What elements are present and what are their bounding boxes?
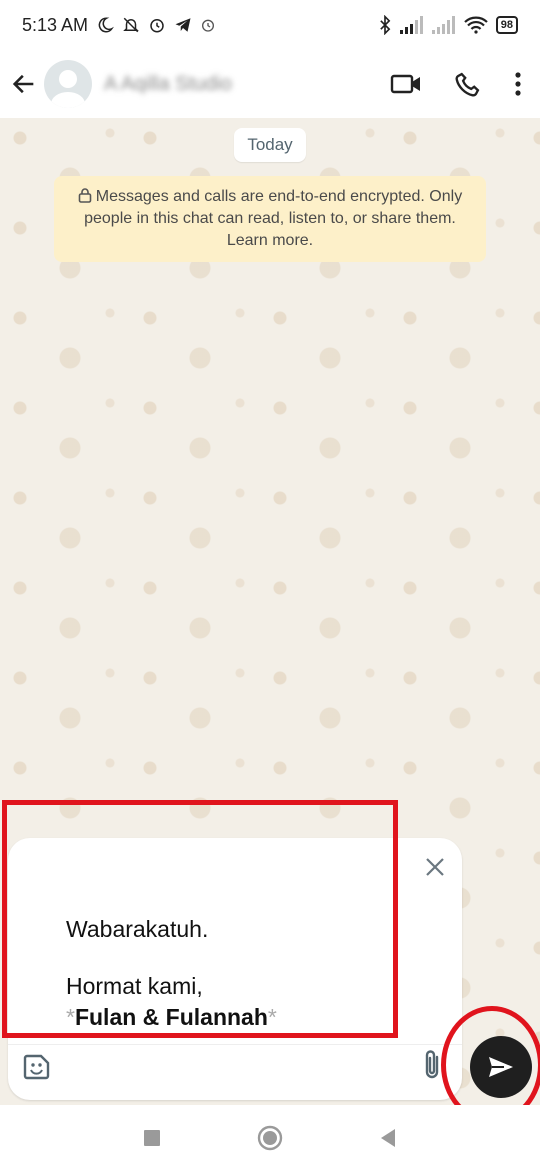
close-icon[interactable] xyxy=(424,856,446,878)
system-nav-bar xyxy=(0,1105,540,1170)
muted-bell-icon xyxy=(123,17,139,33)
recent-apps-icon[interactable] xyxy=(143,1129,161,1147)
avatar[interactable] xyxy=(44,60,92,108)
video-call-icon[interactable] xyxy=(390,72,422,96)
sticker-icon[interactable] xyxy=(22,1052,52,1082)
battery-icon: 98 xyxy=(495,16,518,34)
status-time: 5:13 AM xyxy=(22,14,89,35)
home-icon[interactable] xyxy=(257,1125,283,1151)
alarm-icon xyxy=(202,19,215,32)
status-right: 98 xyxy=(378,15,518,35)
date-chip: Today xyxy=(234,128,306,162)
contact-name[interactable]: A Aqilla Studio xyxy=(104,73,390,96)
header-actions xyxy=(390,70,522,98)
alarm-icon xyxy=(150,19,164,33)
composer-divider xyxy=(8,1044,462,1045)
signal-icon xyxy=(399,16,423,34)
back-nav-icon[interactable] xyxy=(379,1128,397,1148)
phone-icon[interactable] xyxy=(454,70,482,98)
bluetooth-icon xyxy=(379,15,391,35)
lock-icon xyxy=(78,188,92,203)
chat-header: A Aqilla Studio xyxy=(0,50,540,118)
highlight-box-message xyxy=(2,800,398,1038)
more-options-icon[interactable] xyxy=(514,71,522,97)
signal-icon xyxy=(431,16,455,34)
status-left: 5:13 AM xyxy=(22,15,216,36)
encryption-notice[interactable]: Messages and calls are end-to-end encryp… xyxy=(54,176,486,262)
telegram-icon xyxy=(175,18,191,32)
back-arrow-icon[interactable] xyxy=(10,70,38,98)
encryption-notice-text: Messages and calls are end-to-end encryp… xyxy=(84,188,463,249)
default-avatar-icon xyxy=(51,70,85,108)
wifi-icon xyxy=(463,16,488,34)
attach-icon[interactable] xyxy=(422,1048,442,1082)
moon-icon xyxy=(98,17,115,33)
status-bar: 5:13 AM 98 xyxy=(0,0,540,50)
